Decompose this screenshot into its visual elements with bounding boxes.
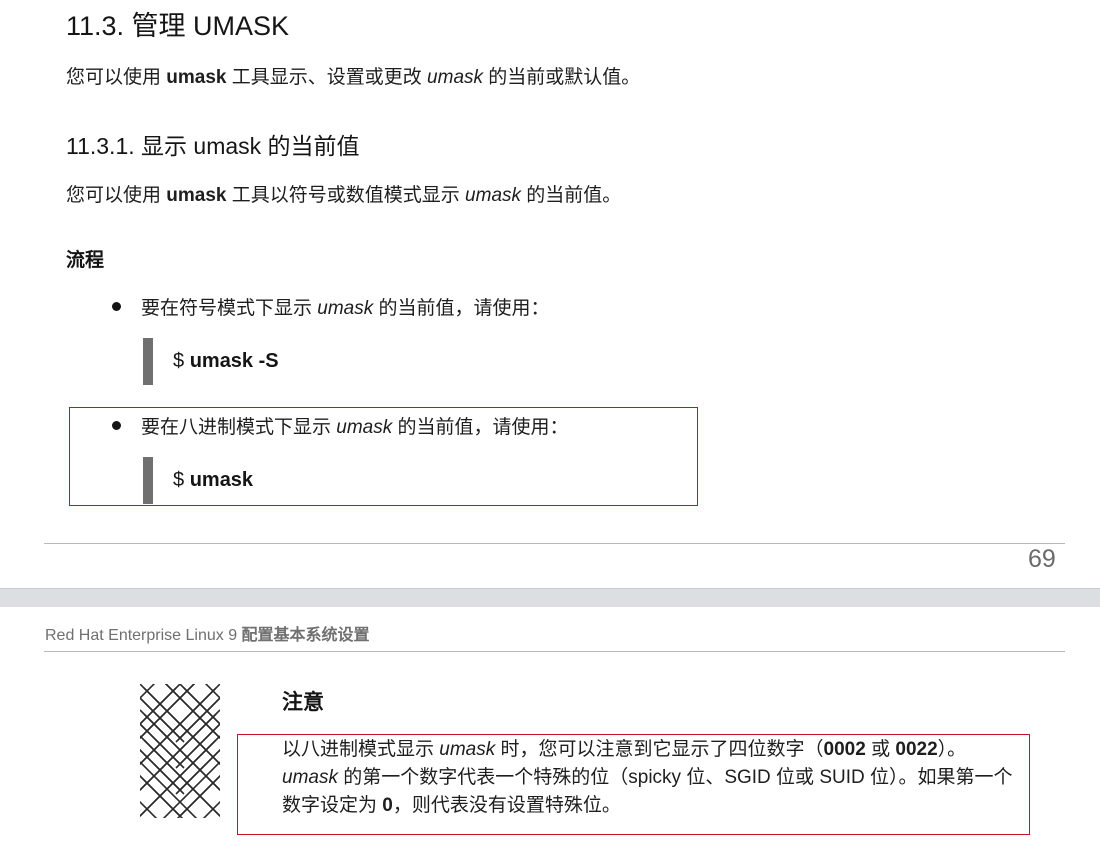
- code-prompt: $: [173, 350, 190, 372]
- running-header-product: Red Hat Enterprise Linux 9: [45, 627, 242, 644]
- procedure-step-1: 要在符号模式下显示 umask 的当前值，请使用：: [112, 293, 550, 320]
- step-text: 要在符号模式下显示: [141, 298, 318, 319]
- highlight-box-note: [237, 734, 1030, 835]
- section-intro: 您可以使用 umask 工具显示、设置或更改 umask 的当前或默认值。: [66, 62, 640, 89]
- subsection-number: 11.3.1.: [66, 133, 135, 159]
- running-header-doc: 配置基本系统设置: [241, 627, 370, 644]
- section-title: 11.3. 管理 UMASK: [66, 11, 290, 41]
- code-command: umask -S: [189, 350, 279, 372]
- running-header-rule: [44, 651, 1065, 652]
- bullet-icon: [112, 302, 121, 312]
- page-separator: [0, 588, 1100, 607]
- procedure-heading: 流程: [66, 250, 105, 271]
- intro-text-2: 工具显示、设置或更改: [226, 67, 428, 88]
- para-text: 您可以使用: [66, 185, 167, 206]
- para-term: umask: [465, 185, 522, 206]
- subsection-title: 11.3.1. 显示 umask 的当前值: [66, 127, 360, 161]
- step-term: umask: [317, 298, 374, 319]
- note-pattern-icon: [140, 684, 220, 818]
- page-number: 69: [1028, 545, 1056, 573]
- intro-text: 您可以使用: [66, 67, 167, 88]
- note-title: 注意: [282, 691, 324, 714]
- step-text-2: 的当前值，请使用：: [373, 298, 550, 319]
- para-cmd: umask: [166, 185, 227, 206]
- subsection-para: 您可以使用 umask 工具以符号或数值模式显示 umask 的当前值。: [66, 180, 621, 207]
- para-text-3: 的当前值。: [521, 185, 622, 206]
- intro-cmd: umask: [166, 67, 227, 88]
- subsection-text: 显示 umask 的当前值: [134, 133, 360, 159]
- intro-term: umask: [427, 67, 484, 88]
- highlight-box-step-2: [69, 407, 698, 506]
- para-text-2: 工具以符号或数值模式显示: [226, 185, 466, 206]
- code-block-1: $ umask -S: [143, 338, 279, 385]
- intro-text-3: 的当前或默认值。: [483, 67, 641, 88]
- page-footer-rule: [44, 543, 1065, 544]
- running-header: Red Hat Enterprise Linux 9 配置基本系统设置: [45, 621, 370, 645]
